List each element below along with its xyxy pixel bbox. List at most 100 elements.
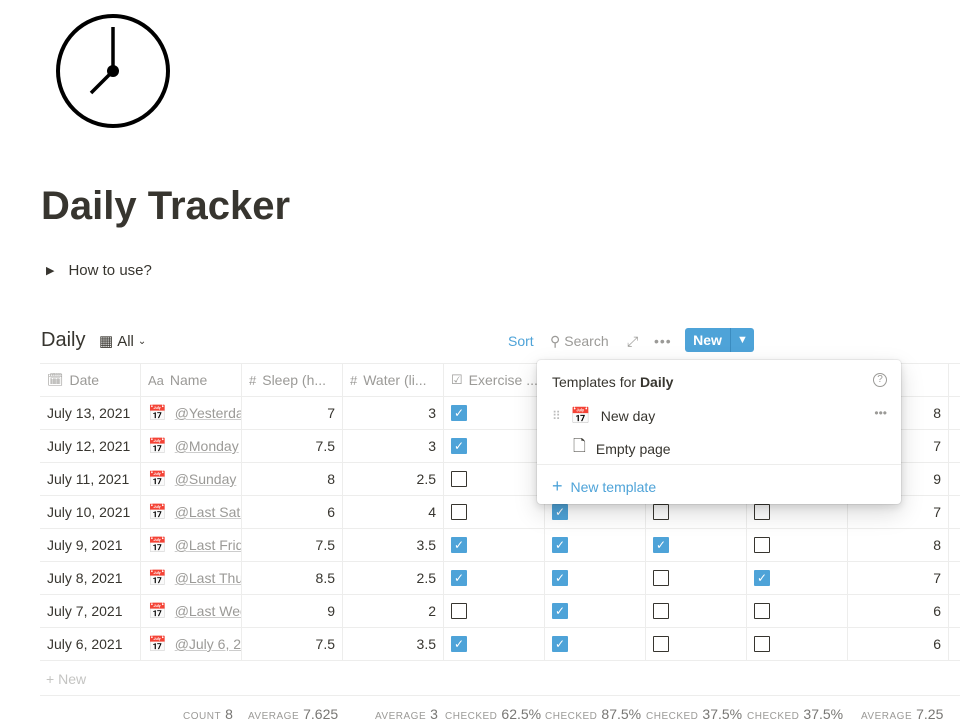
- checkbox[interactable]: [754, 504, 770, 520]
- add-row-button[interactable]: + New: [46, 671, 86, 687]
- score-cell[interactable]: 6: [848, 595, 949, 627]
- exercise-cell[interactable]: ✓: [444, 430, 545, 462]
- cell[interactable]: [949, 595, 960, 627]
- view-selector[interactable]: ▦ All ⌄: [99, 332, 146, 351]
- column-header[interactable]: # Sleep (h...: [242, 364, 343, 396]
- footer-calculation[interactable]: CHECKED 62.5%: [445, 706, 541, 722]
- checkbox[interactable]: ✓: [552, 504, 568, 520]
- table-row[interactable]: July 7, 2021 📅 @Last Wed 9 2 ✓ 6: [40, 595, 960, 628]
- sleep-cell[interactable]: 7.5: [242, 430, 343, 462]
- date-cell[interactable]: July 8, 2021: [40, 562, 141, 594]
- footer-calculation[interactable]: CHECKED 37.5%: [747, 706, 843, 722]
- new-template-button[interactable]: + New template: [552, 476, 656, 497]
- search-button[interactable]: ⚲ Search: [550, 333, 609, 350]
- score-cell[interactable]: 6: [848, 628, 949, 660]
- check-cell[interactable]: [646, 562, 747, 594]
- date-cell[interactable]: July 7, 2021: [40, 595, 141, 627]
- checkbox[interactable]: [451, 603, 467, 619]
- date-cell[interactable]: July 12, 2021: [40, 430, 141, 462]
- cell[interactable]: [949, 496, 960, 528]
- cell[interactable]: [949, 529, 960, 561]
- checkbox[interactable]: ✓: [451, 537, 467, 553]
- name-cell[interactable]: 📅 @Monday: [141, 430, 242, 462]
- exercise-cell[interactable]: ✓: [444, 397, 545, 429]
- exercise-cell[interactable]: [444, 496, 545, 528]
- table-row[interactable]: July 9, 2021 📅 @Last Frid 7.5 3.5 ✓ ✓ ✓ 8: [40, 529, 960, 562]
- checkbox[interactable]: [754, 603, 770, 619]
- sleep-cell[interactable]: 7.5: [242, 529, 343, 561]
- date-cell[interactable]: July 6, 2021: [40, 628, 141, 660]
- new-button-label[interactable]: New: [685, 328, 731, 352]
- checkbox[interactable]: ✓: [552, 537, 568, 553]
- check-cell[interactable]: ✓: [545, 562, 646, 594]
- checkbox[interactable]: ✓: [451, 405, 467, 421]
- checkbox[interactable]: [653, 603, 669, 619]
- checkbox[interactable]: ✓: [552, 603, 568, 619]
- footer-calculation[interactable]: AVERAGE 7.25: [861, 706, 943, 722]
- checkbox[interactable]: [754, 537, 770, 553]
- date-cell[interactable]: July 10, 2021: [40, 496, 141, 528]
- cell[interactable]: [949, 397, 960, 429]
- name-cell[interactable]: 📅 @Last Wed: [141, 595, 242, 627]
- water-cell[interactable]: 3: [343, 397, 444, 429]
- checkbox[interactable]: ✓: [451, 570, 467, 586]
- view-title[interactable]: Daily: [41, 329, 85, 352]
- check-cell[interactable]: ✓: [545, 529, 646, 561]
- sleep-cell[interactable]: 7.5: [242, 628, 343, 660]
- footer-calculation[interactable]: AVERAGE 3: [375, 706, 438, 722]
- name-cell[interactable]: 📅 @Last Frid: [141, 529, 242, 561]
- drag-handle-icon[interactable]: ⠿: [552, 409, 561, 423]
- check-cell[interactable]: [747, 595, 848, 627]
- checkbox[interactable]: ✓: [451, 636, 467, 652]
- chevron-down-icon[interactable]: ▼: [731, 328, 754, 352]
- checkbox[interactable]: ✓: [451, 438, 467, 454]
- score-cell[interactable]: 7: [848, 562, 949, 594]
- expand-icon[interactable]: ⤢: [627, 333, 638, 350]
- footer-calculation[interactable]: AVERAGE 7.625: [248, 706, 338, 722]
- checkbox[interactable]: [451, 504, 467, 520]
- sort-button[interactable]: Sort: [508, 333, 534, 349]
- exercise-cell[interactable]: [444, 463, 545, 495]
- checkbox[interactable]: [451, 471, 467, 487]
- template-empty-page[interactable]: 🗋 Empty page: [573, 435, 671, 462]
- more-icon[interactable]: •••: [874, 406, 887, 420]
- water-cell[interactable]: 2.5: [343, 562, 444, 594]
- cell[interactable]: [949, 463, 960, 495]
- exercise-cell[interactable]: [444, 595, 545, 627]
- column-header[interactable]: ☑ Exercise ...: [444, 364, 545, 396]
- date-cell[interactable]: July 9, 2021: [40, 529, 141, 561]
- name-cell[interactable]: 📅 @Sunday: [141, 463, 242, 495]
- name-cell[interactable]: 📅 @Last Satu: [141, 496, 242, 528]
- cell[interactable]: [949, 430, 960, 462]
- check-cell[interactable]: [747, 628, 848, 660]
- sleep-cell[interactable]: 6: [242, 496, 343, 528]
- footer-calculation[interactable]: CHECKED 37.5%: [646, 706, 742, 722]
- sleep-cell[interactable]: 9: [242, 595, 343, 627]
- exercise-cell[interactable]: ✓: [444, 529, 545, 561]
- checkbox[interactable]: ✓: [552, 570, 568, 586]
- checkbox[interactable]: ✓: [754, 570, 770, 586]
- check-cell[interactable]: ✓: [747, 562, 848, 594]
- new-button[interactable]: New ▼: [685, 328, 754, 352]
- column-header[interactable]: 🗓 Date: [40, 364, 141, 396]
- exercise-cell[interactable]: ✓: [444, 562, 545, 594]
- date-cell[interactable]: July 13, 2021: [40, 397, 141, 429]
- table-row[interactable]: July 8, 2021 📅 @Last Thu 8.5 2.5 ✓ ✓ ✓ 7: [40, 562, 960, 595]
- sleep-cell[interactable]: 7: [242, 397, 343, 429]
- sleep-cell[interactable]: 8: [242, 463, 343, 495]
- name-cell[interactable]: 📅 @Last Thu: [141, 562, 242, 594]
- footer-calculation[interactable]: CHECKED 87.5%: [545, 706, 641, 722]
- column-header[interactable]: [949, 364, 960, 396]
- exercise-cell[interactable]: ✓: [444, 628, 545, 660]
- sleep-cell[interactable]: 8.5: [242, 562, 343, 594]
- name-cell[interactable]: 📅 @July 6, 20: [141, 628, 242, 660]
- name-cell[interactable]: 📅 @Yesterda: [141, 397, 242, 429]
- check-cell[interactable]: [747, 529, 848, 561]
- score-cell[interactable]: 8: [848, 529, 949, 561]
- water-cell[interactable]: 4: [343, 496, 444, 528]
- water-cell[interactable]: 2.5: [343, 463, 444, 495]
- checkbox[interactable]: [653, 570, 669, 586]
- toggle-how-to-use[interactable]: ▶ How to use?: [46, 262, 152, 279]
- water-cell[interactable]: 2: [343, 595, 444, 627]
- date-cell[interactable]: July 11, 2021: [40, 463, 141, 495]
